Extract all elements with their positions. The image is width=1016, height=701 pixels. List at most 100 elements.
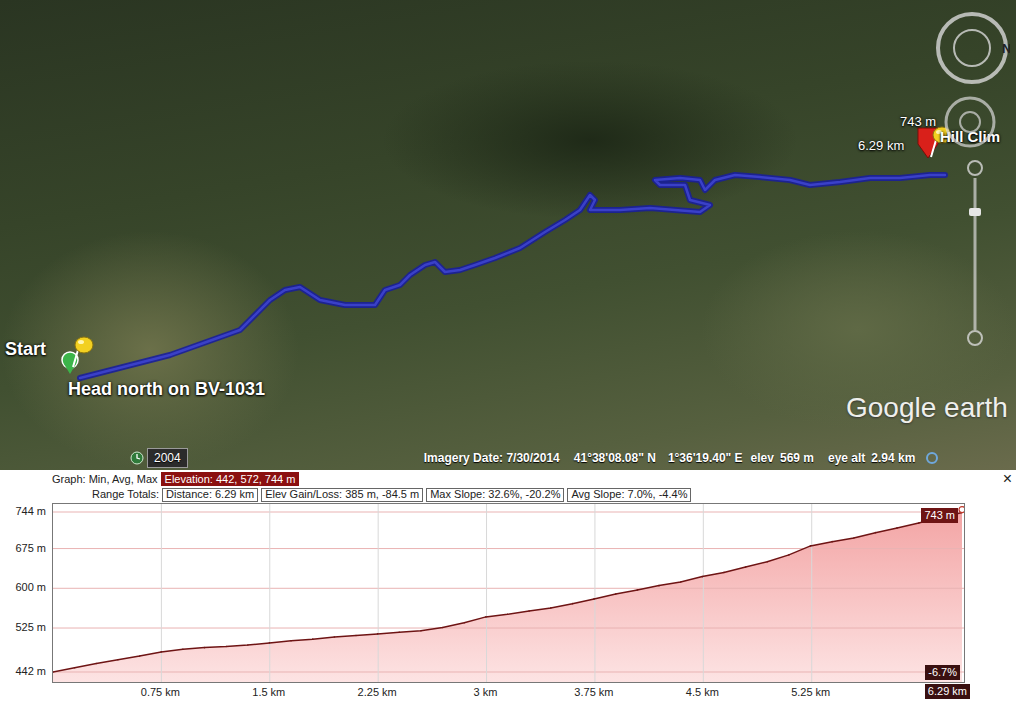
x-grid-line <box>378 504 379 682</box>
end-distance-label: 6.29 km <box>858 138 904 154</box>
elevation-point <box>788 554 790 556</box>
longitude: 1°36'19.40" E <box>668 449 743 467</box>
direction-label[interactable]: Head north on BV-1031 <box>68 378 265 401</box>
elevation-point <box>225 646 227 648</box>
elevation-summary: Elevation: 442, 572, 744 m <box>161 472 300 486</box>
profile-header: Graph: Min, Avg, MaxElevation: 442, 572,… <box>0 470 1016 503</box>
elevation-point <box>528 610 530 612</box>
cursor-slope: -6.7% <box>925 665 960 680</box>
status-indicator-icon <box>925 451 939 465</box>
elevation-point <box>74 667 76 669</box>
x-grid-line <box>811 504 812 682</box>
elevation-point <box>918 522 920 524</box>
x-grid-line <box>703 504 704 682</box>
elevation-point <box>766 561 768 563</box>
elevation-line <box>53 513 962 673</box>
x-tick-label: 5.25 km <box>791 685 830 699</box>
y-grid-line <box>53 588 964 589</box>
totals-item: Distance: 6.29 km <box>162 488 258 502</box>
totals-item: Avg Slope: 7.0%, -4.4% <box>567 488 691 502</box>
x-axis: 0.75 km 1.5 km 2.25 km 3 km 3.75 km 4.5 km 5.2… <box>0 683 1016 701</box>
totals-row: Range Totals:Distance: 6.29 kmElev Gain/… <box>0 486 1016 503</box>
x-tick-label: 3.75 km <box>574 685 613 699</box>
elevation-point <box>810 545 812 547</box>
elevation-point <box>247 644 249 646</box>
elevation-area <box>53 513 962 683</box>
start-pushpin-icon[interactable] <box>70 336 96 368</box>
elevation-point <box>204 647 206 649</box>
elevation-point <box>615 593 617 595</box>
elevation-point <box>658 585 660 587</box>
elevation-profile-panel: Graph: Min, Avg, MaxElevation: 442, 572,… <box>0 470 1016 701</box>
x-grid-line <box>486 504 487 682</box>
elevation-point <box>269 642 271 644</box>
end-elevation-label: 743 m <box>900 114 936 130</box>
compass-icon[interactable]: N <box>934 10 1010 86</box>
chart-row: 744 m675 m600 m525 m442 m743 m-6.7% <box>0 503 1016 683</box>
y-tick-label: 744 m <box>15 504 46 518</box>
totals-item: Max Slope: 32.6%, -20.2% <box>426 488 564 502</box>
history-clock-icon[interactable] <box>130 451 144 465</box>
elevation-point <box>312 638 314 640</box>
start-label[interactable]: Start <box>5 338 46 361</box>
map-view[interactable]: StartHead north on BV-1031743 m6.29 kmHi… <box>0 0 1016 470</box>
cursor-marker-icon <box>959 507 964 513</box>
imagery-date: Imagery Date: 7/30/2014 <box>424 449 560 467</box>
elevation-point <box>182 648 184 650</box>
zoom-slider-icon[interactable] <box>963 158 987 348</box>
elevation-point <box>680 581 682 583</box>
elevation-point <box>398 631 400 633</box>
elevation-point <box>853 537 855 539</box>
elevation-point <box>160 651 162 653</box>
x-tick-label: 3 km <box>474 685 498 699</box>
latitude: 41°38'08.08" N <box>574 449 656 467</box>
x-tick-label: 0.75 km <box>141 685 180 699</box>
x-grid-line <box>594 504 595 682</box>
x-tick-label: 2.25 km <box>358 685 397 699</box>
start-pin[interactable] <box>60 336 100 380</box>
y-grid-line <box>53 512 964 513</box>
elevation-point <box>701 576 703 578</box>
elevation-point <box>442 627 444 629</box>
eye-alt-label: eye alt <box>828 449 865 467</box>
graph-row: Graph: Min, Avg, MaxElevation: 442, 572,… <box>0 470 1016 486</box>
elevation-point <box>745 566 747 568</box>
elevation-point <box>95 663 97 665</box>
y-grid-line <box>53 672 964 673</box>
elevation-point <box>637 589 639 591</box>
status-bar: 2004 Imagery Date: 7/30/2014 41°38'08.08" … <box>0 446 1016 470</box>
y-tick-label: 600 m <box>15 580 46 594</box>
x-tick-label: 1.5 km <box>252 685 285 699</box>
year-badge[interactable]: 2004 <box>147 448 188 468</box>
elevation-point <box>53 671 54 673</box>
elevation-point <box>139 655 141 657</box>
y-grid-line <box>53 628 964 629</box>
y-tick-label: 675 m <box>15 541 46 555</box>
elevation-point <box>334 636 336 638</box>
elevation-point <box>831 541 833 543</box>
y-grid-line <box>53 548 964 549</box>
elevation-point <box>463 622 465 624</box>
close-button[interactable]: × <box>1003 471 1012 487</box>
x-tick-label: 4.5 km <box>686 685 719 699</box>
x-end-label: 6.29 km <box>925 684 970 699</box>
google-earth-window: StartHead north on BV-1031743 m6.29 kmHi… <box>0 0 1016 701</box>
elevation-point <box>572 603 574 605</box>
elevation-chart[interactable]: 743 m-6.7% <box>52 503 965 683</box>
elevation-point <box>355 635 357 637</box>
elevation-point <box>723 572 725 574</box>
graph-label: Graph: Min, Avg, Max <box>52 474 158 485</box>
y-tick-label: 442 m <box>15 664 46 678</box>
elevation-point <box>290 640 292 642</box>
elevation-profile <box>53 504 964 682</box>
elevation-point <box>875 532 877 534</box>
totals-item: Elev Gain/Loss: 385 m, -84.5 m <box>261 488 423 502</box>
elevation-point <box>485 616 487 618</box>
google-earth-logo: Google earth <box>846 394 1008 422</box>
elevation-point <box>593 598 595 600</box>
eye-alt-value: 2.94 km <box>871 449 915 467</box>
look-joystick-icon[interactable] <box>942 94 998 150</box>
x-grid-line <box>161 504 162 682</box>
totals-label: Range Totals: <box>92 489 159 500</box>
elevation-point <box>550 607 552 609</box>
